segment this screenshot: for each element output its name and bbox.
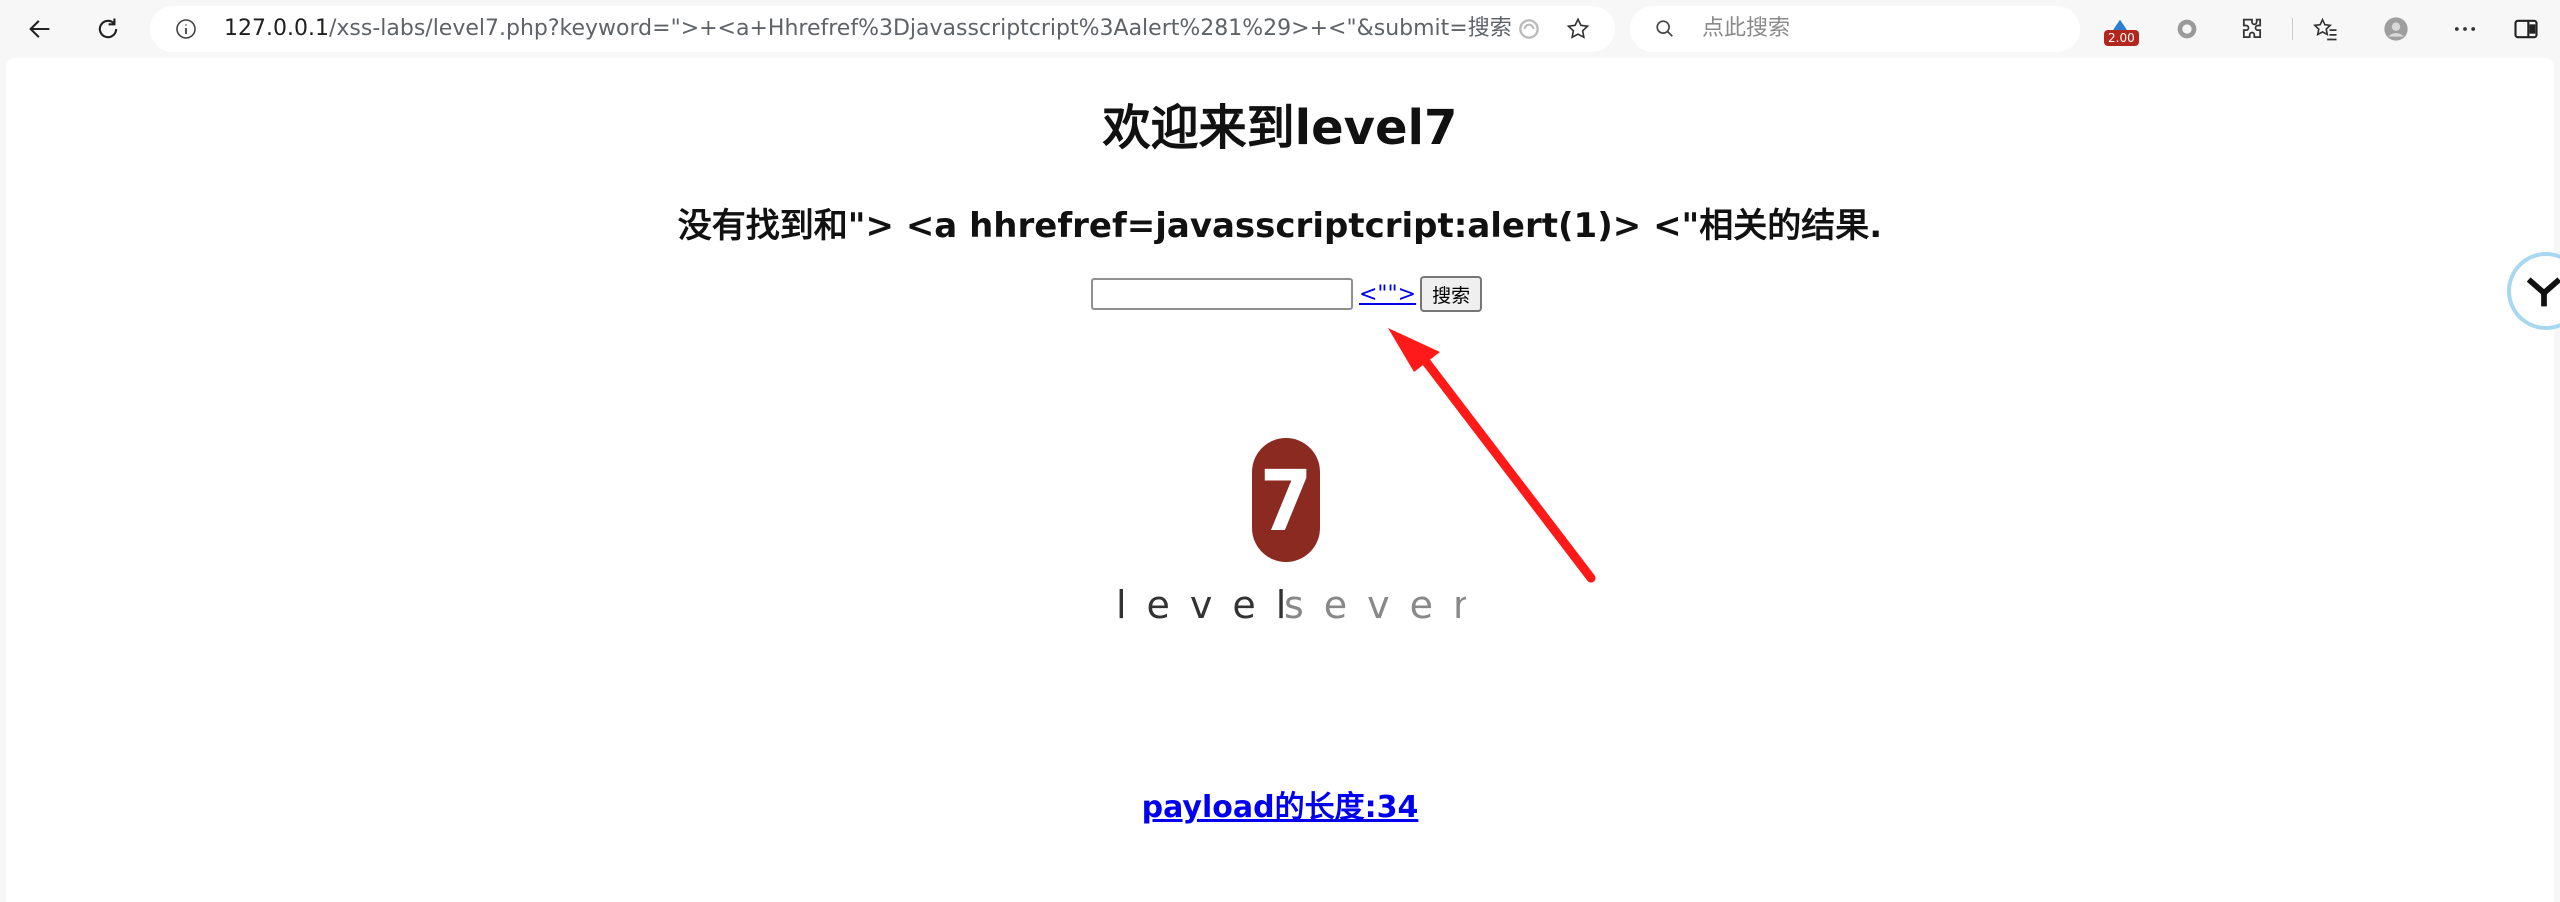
- profile-icon: [2384, 17, 2408, 41]
- record-button[interactable]: [2167, 9, 2207, 49]
- search-result-message: 没有找到和"> <a hhrefref=javasscriptcript:ale…: [677, 206, 1883, 246]
- search-placeholder: 点此搜索: [1702, 16, 1791, 41]
- level-seven-logo: 7 level seven: [1116, 438, 1466, 627]
- payload-length: payload的长度:34: [6, 782, 2554, 826]
- search-form: <""> 搜索: [1091, 276, 1483, 312]
- puzzle-icon: [2242, 18, 2262, 39]
- extension-badge-value: 2.00: [2104, 30, 2139, 46]
- refresh-icon: [98, 18, 118, 39]
- record-icon: [2177, 19, 2197, 39]
- toolbar-divider: [2292, 18, 2293, 40]
- sidebar-toggle-button[interactable]: [2506, 9, 2546, 49]
- logo-word-seven: seven: [1284, 583, 1466, 627]
- browser-toolbar: 127.0.0.1/xss-labs/level7.php?keyword=">…: [0, 0, 2560, 58]
- favorite-star-icon[interactable]: [1565, 16, 1591, 42]
- injected-link[interactable]: <"">: [1359, 282, 1416, 307]
- back-icon: [29, 20, 50, 38]
- profile-button[interactable]: [2376, 9, 2416, 49]
- page-viewport: 欢迎来到level7 没有找到和"> <a hhrefref=javasscri…: [6, 58, 2560, 902]
- extensions-button[interactable]: [2232, 9, 2272, 49]
- browser-search-box[interactable]: 点此搜索: [1630, 6, 2080, 52]
- logo-word-level: level: [1116, 583, 1306, 627]
- submit-button[interactable]: 搜索: [1420, 276, 1483, 312]
- logo-number: 7: [1260, 452, 1313, 550]
- favorites-list-icon: [2312, 17, 2337, 41]
- search-icon: [1656, 20, 1673, 37]
- url-text[interactable]: 127.0.0.1/xss-labs/level7.php?keyword=">…: [224, 6, 1512, 52]
- address-bar[interactable]: 127.0.0.1/xss-labs/level7.php?keyword=">…: [150, 6, 1615, 52]
- refresh-button[interactable]: [88, 9, 128, 49]
- more-button[interactable]: [2445, 9, 2485, 49]
- favorites-button[interactable]: [2306, 9, 2346, 49]
- more-icon: [2454, 27, 2476, 31]
- info-icon[interactable]: [174, 17, 198, 41]
- keyword-input[interactable]: [1091, 278, 1353, 310]
- sidebar-icon: [2514, 19, 2538, 39]
- page-title: 欢迎来到level7: [1102, 100, 1458, 156]
- robot-extension-icon: [2526, 277, 2560, 307]
- url-host: 127.0.0.1: [224, 16, 329, 41]
- side-extension-button[interactable]: [2511, 256, 2560, 326]
- payload-length-link[interactable]: payload的长度:34: [1142, 790, 1419, 825]
- url-path: /xss-labs/level7.php?keyword=">+<a+Hhref…: [328, 16, 1512, 41]
- back-button[interactable]: [20, 9, 60, 49]
- translate-icon[interactable]: [1516, 16, 1542, 42]
